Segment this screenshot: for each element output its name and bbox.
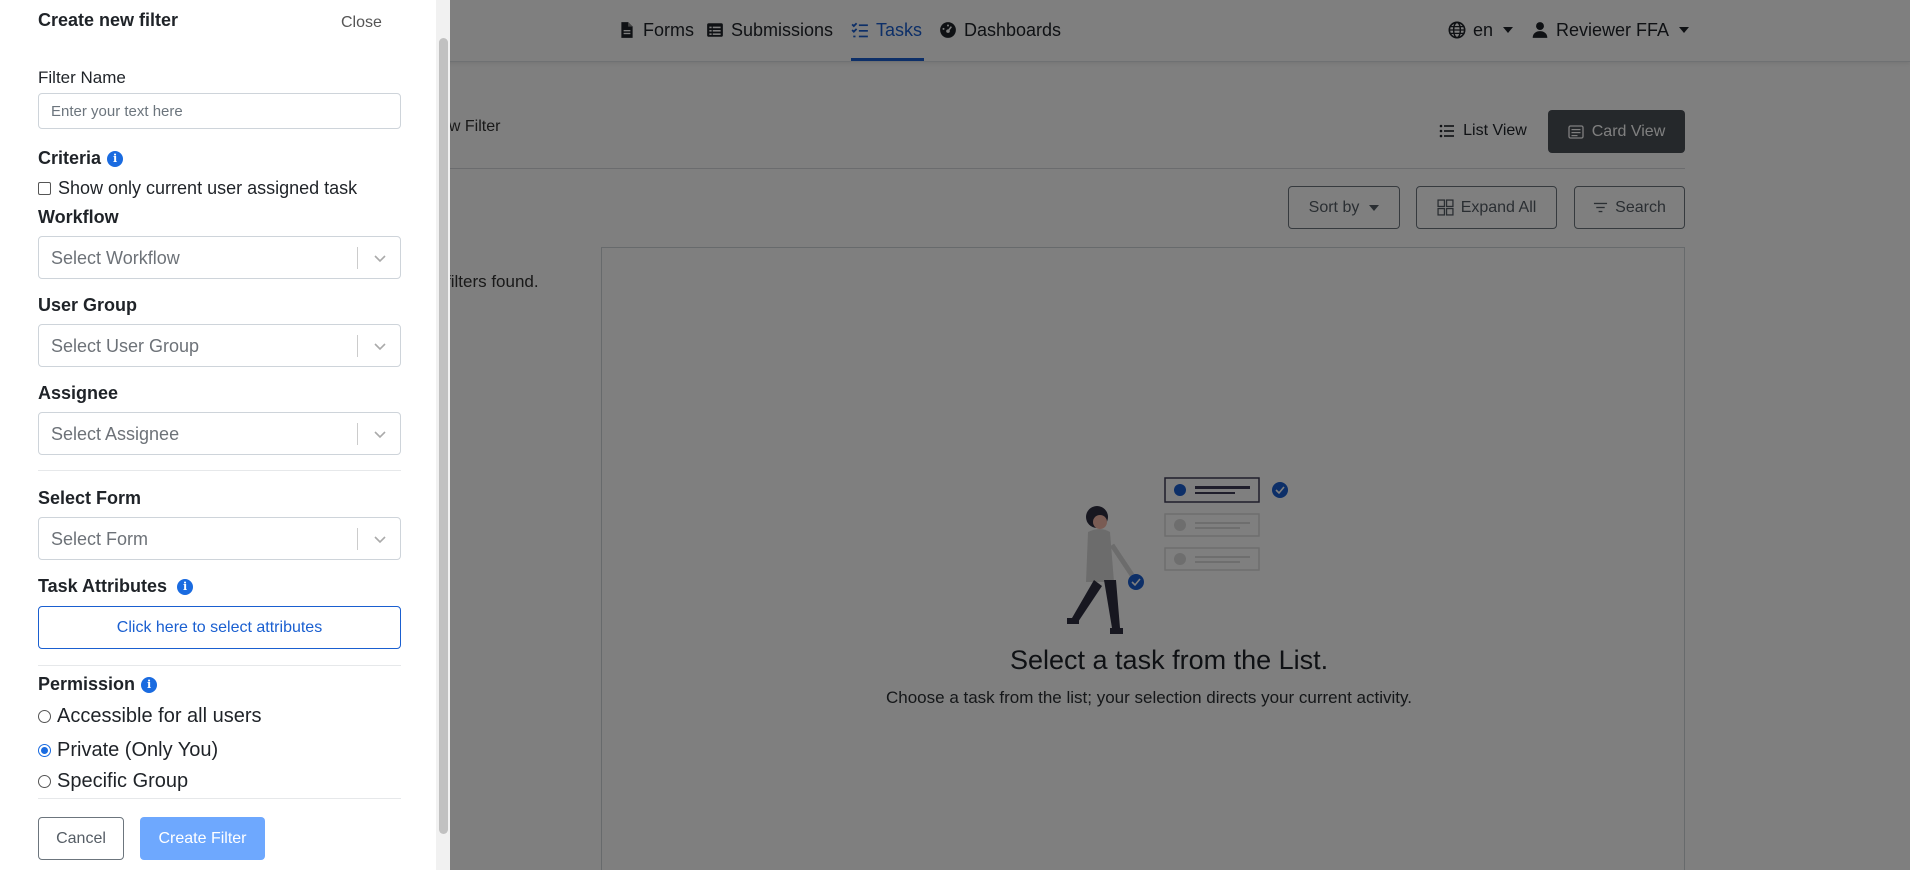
select-separator — [357, 247, 358, 269]
form-placeholder: Select Form — [51, 529, 149, 549]
permission-option-all[interactable]: Accessible for all users — [38, 705, 262, 728]
form-select[interactable]: Select Form — [38, 517, 401, 560]
task-attributes-label: Task Attributes — [38, 576, 168, 596]
user-group-select[interactable]: Select User Group — [38, 324, 401, 367]
select-separator — [357, 528, 358, 550]
assignee-label: Assignee — [38, 383, 119, 403]
user-group-placeholder: Select User Group — [51, 336, 200, 356]
info-icon[interactable]: i — [177, 578, 194, 595]
filter-name-input[interactable] — [38, 93, 401, 129]
user-group-label: User Group — [38, 295, 138, 315]
info-icon[interactable]: i — [107, 150, 124, 167]
assignee-placeholder: Select Assignee — [51, 424, 180, 444]
permission-label: Permission — [38, 674, 136, 694]
assigned-only-checkbox[interactable] — [38, 182, 51, 195]
chevron-down-icon — [374, 536, 386, 544]
permission-radio-private[interactable] — [38, 744, 51, 757]
permission-option-label: Private (Only You) — [57, 739, 219, 761]
criteria-label: Criteria — [38, 148, 102, 168]
drawer-title: Create new filter — [38, 10, 179, 30]
cancel-button[interactable]: Cancel — [38, 817, 124, 860]
chevron-down-icon — [374, 255, 386, 263]
section-divider — [38, 665, 401, 666]
permission-option-label: Accessible for all users — [57, 705, 262, 727]
select-separator — [357, 423, 358, 445]
select-separator — [357, 335, 358, 357]
form-label: Select Form — [38, 488, 142, 508]
permission-option-group[interactable]: Specific Group — [38, 770, 188, 793]
criteria-heading: Criteria i — [38, 148, 124, 169]
workflow-placeholder: Select Workflow — [51, 248, 180, 268]
section-divider — [38, 470, 401, 471]
close-button[interactable]: Close — [341, 14, 382, 32]
workflow-select[interactable]: Select Workflow — [38, 236, 401, 279]
section-divider — [38, 798, 401, 799]
select-attributes-button[interactable]: Click here to select attributes — [38, 606, 401, 649]
info-icon[interactable]: i — [141, 676, 158, 693]
workflow-label: Workflow — [38, 207, 119, 227]
permission-option-private[interactable]: Private (Only You) — [38, 739, 218, 762]
create-filter-drawer: Create new filter Close Filter Name Crit… — [0, 0, 450, 870]
permission-option-label: Specific Group — [57, 770, 189, 792]
permission-radio-group[interactable] — [38, 775, 51, 788]
assignee-select[interactable]: Select Assignee — [38, 412, 401, 455]
chevron-down-icon — [374, 343, 386, 351]
create-filter-button[interactable]: Create Filter — [140, 817, 265, 860]
assigned-only-checkbox-row[interactable]: Show only current user assigned task — [38, 178, 357, 199]
task-attributes-heading: Task Attributes i — [38, 576, 194, 597]
filter-name-label: Filter Name — [38, 68, 126, 87]
assigned-only-label: Show only current user assigned task — [58, 178, 358, 198]
drawer-scrollbar-thumb[interactable] — [439, 38, 448, 834]
chevron-down-icon — [374, 431, 386, 439]
permission-radio-all[interactable] — [38, 710, 51, 723]
permission-heading: Permission i — [38, 674, 158, 695]
